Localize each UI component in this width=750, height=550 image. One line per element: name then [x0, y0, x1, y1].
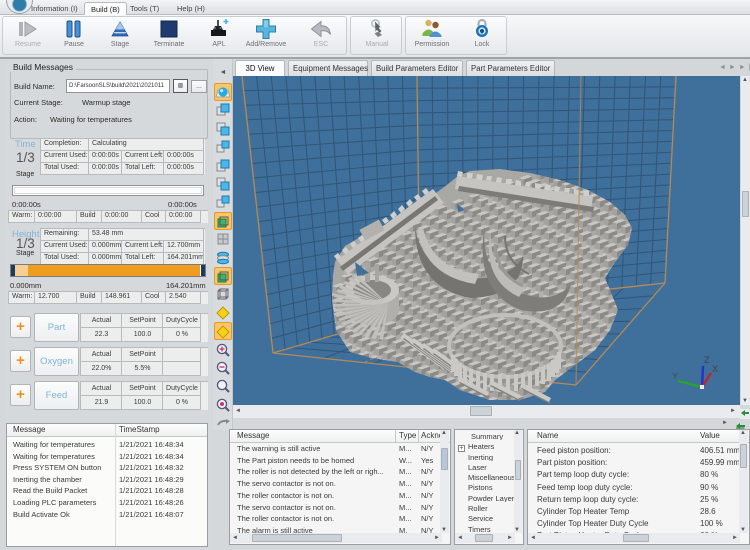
- svg-text:Y: Y: [672, 371, 678, 381]
- svg-text:X: X: [712, 364, 718, 374]
- svg-text:Z: Z: [704, 355, 710, 365]
